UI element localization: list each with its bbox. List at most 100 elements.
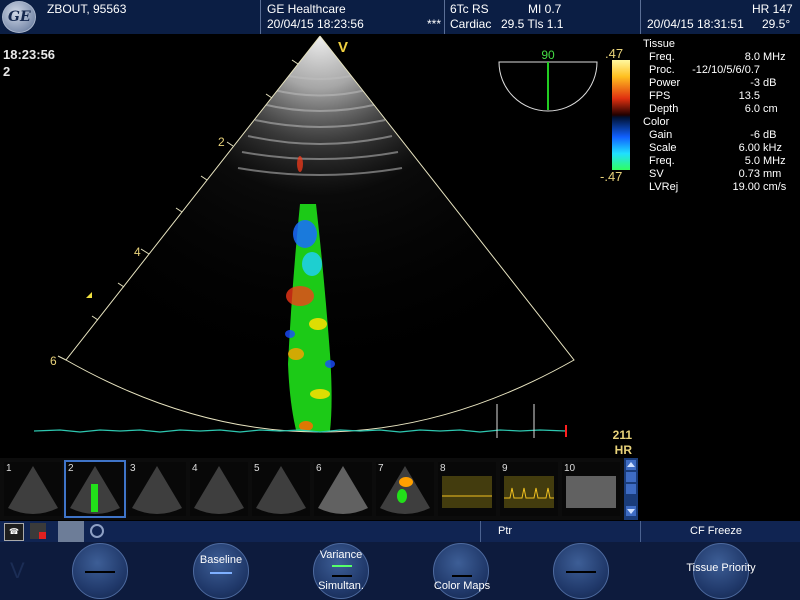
v-mark: V (10, 558, 25, 583)
focus-marker-icon (86, 292, 92, 298)
thumbnail-number: 6 (316, 463, 322, 474)
header-divider (640, 0, 641, 34)
color-scale-bottom: -.47 (600, 169, 622, 184)
scroll-up-arrow-icon[interactable] (626, 460, 636, 470)
preset-name: Cardiac (450, 17, 492, 31)
thumbnail-2[interactable]: 2 (64, 460, 126, 518)
baseline-knob[interactable] (193, 543, 249, 599)
tissue-param-row: Depth 6.0 cm (640, 103, 800, 116)
color-param-row: Gain -6 dB (640, 129, 800, 142)
ptr-label: Ptr (498, 525, 513, 537)
simultan-label: Simultan. (318, 580, 364, 592)
color-param-unit: cm/s (763, 181, 787, 193)
depth-label-2: 2 (218, 135, 225, 149)
color-param-label: Freq. (649, 155, 675, 167)
color-param-row: SV 0.73 mm (640, 168, 800, 181)
softkey-knob-5[interactable] (553, 543, 609, 599)
header-divider (260, 0, 261, 34)
tissue-param-unit: dB (763, 77, 777, 89)
color-param-unit: dB (763, 129, 777, 141)
thumbnail-1[interactable]: 1 (4, 462, 62, 516)
color-param-label: Scale (649, 142, 677, 154)
tissue-param-label: Freq. (649, 51, 675, 63)
tissue-param-value: 8.0 (744, 51, 760, 63)
tissue-param-row: Freq. 8.0 MHz (640, 51, 800, 64)
softkey-knob-1[interactable] (72, 543, 128, 599)
color-section-title: Color (643, 116, 670, 128)
color-param-value: 0.73 (738, 168, 760, 180)
exam-datetime: 20/04/15 18:23:56 (267, 17, 364, 31)
color-param-unit: kHz (763, 142, 782, 154)
thumbnail-3[interactable]: 3 (128, 462, 186, 516)
mechanical-index: MI 0.7 (528, 2, 562, 16)
tissue-param-row: FPS 13.5 (640, 90, 800, 103)
thumbnail-number: 8 (440, 463, 446, 474)
tissue-priority-label: Tissue Priority (686, 562, 756, 574)
tissue-param-value: -12/10/5/6/0.7 (692, 64, 760, 76)
baseline-label: Baseline (199, 554, 243, 566)
scroll-down-arrow-icon[interactable] (626, 506, 636, 516)
disc-icon[interactable] (90, 524, 104, 538)
thumbnail-4[interactable]: 4 (190, 462, 248, 516)
institution: GE Healthcare (267, 2, 346, 16)
tissue-param-label: Power (649, 77, 681, 89)
current-datetime: 20/04/15 18:31:51 (647, 17, 744, 31)
thumbnail-6[interactable]: 6 (314, 462, 372, 516)
color-maps-label: Color Maps (433, 580, 491, 592)
color-param-label: LVRej (649, 181, 679, 193)
color-scale-top: .47 (605, 46, 623, 61)
cf-freeze-label: CF Freeze (690, 525, 742, 537)
thumbnail-8[interactable]: 8 (438, 462, 496, 516)
tissue-param-value: 6.0 (744, 103, 760, 115)
thumbnail-5[interactable]: 5 (252, 462, 310, 516)
header-bar: GE ZBOUT, 95563 GE Healthcare 20/04/15 1… (0, 0, 800, 34)
header-divider (444, 0, 445, 34)
thumbnail-9[interactable]: 9 (500, 462, 558, 516)
tissue-section-title: Tissue (643, 38, 675, 50)
depth-label-4: 4 (134, 245, 141, 259)
heart-rate: HR 147 (752, 2, 793, 16)
hr-label: HR (615, 443, 633, 457)
stars: *** (427, 17, 442, 31)
color-param-label: SV (649, 168, 664, 180)
probe-name: 6Tc RS (450, 2, 489, 16)
phone-icon[interactable]: ☎ (4, 523, 24, 541)
network-icon[interactable] (30, 523, 46, 539)
scroll-thumb[interactable] (626, 484, 636, 494)
tissue-sector (66, 36, 574, 432)
tissue-param-unit: cm (763, 103, 778, 115)
color-param-label: Gain (649, 129, 673, 141)
hr-value: 211 (613, 428, 633, 442)
tissue-param-row: Power -3 dB (640, 77, 800, 90)
thumbnail-number: 3 (130, 463, 136, 474)
printer-icon[interactable] (58, 521, 84, 542)
thumbnail-10[interactable]: 10 (562, 462, 620, 516)
thumbnail-number: 10 (564, 463, 576, 474)
orientation-marker: V (338, 39, 348, 56)
tissue-param-label: FPS (649, 90, 671, 102)
thumbnail-7[interactable]: 7 (376, 462, 434, 516)
thermal-index: 29.5 Tls 1.1 (501, 17, 564, 31)
thumbnail-number: 9 (502, 463, 508, 474)
status-divider (640, 521, 641, 542)
scroll-up-arrow-icon[interactable] (626, 472, 636, 482)
patient-name: ZBOUT, 95563 (47, 2, 127, 16)
ultrasound-image[interactable]: 2 4 6 V 211 HR 90 .47 -.47 (0, 34, 640, 458)
thumbnail-number: 5 (254, 463, 260, 474)
probe-angle-value: 90 (541, 48, 555, 62)
color-param-unit: mm (763, 168, 782, 180)
thumbnail-scrollbar[interactable] (624, 458, 638, 520)
softkey-bar: V Baseline Variance Simultan. Color Maps… (0, 542, 800, 600)
probe-angle-indicator: 90 (498, 48, 598, 112)
thumbnail-number: 2 (68, 463, 74, 474)
color-param-value: 19.00 (732, 181, 760, 193)
color-param-row: LVRej 19.00 cm/s (640, 181, 800, 194)
variance-label: Variance (319, 549, 363, 561)
status-bar: ☎ Ptr CF Freeze (0, 521, 800, 542)
depth-label-6: 6 (50, 354, 57, 368)
sector-angle: 29.5° (762, 17, 791, 31)
thumbnail-number: 4 (192, 463, 198, 474)
tissue-param-row: Proc. -12/10/5/6/0.7 (640, 64, 800, 77)
color-param-unit: MHz (763, 155, 786, 167)
color-param-row: Freq. 5.0 MHz (640, 155, 800, 168)
